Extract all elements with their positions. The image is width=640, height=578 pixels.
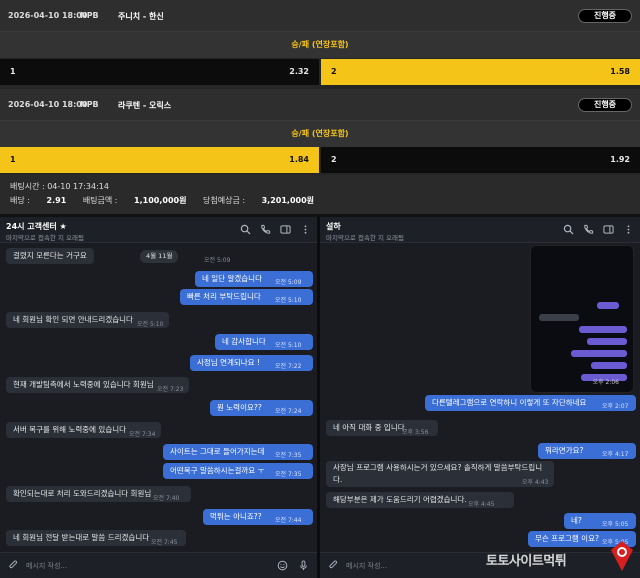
chat-header: 24시 고객센터 ★ 마지막으로 접속한 지 오래됨 xyxy=(0,217,317,243)
shot-bubble xyxy=(587,338,627,345)
odds-value: 1.84 xyxy=(289,155,309,164)
status-badge: 진행중 xyxy=(578,9,632,23)
emoji-icon[interactable] xyxy=(277,560,288,571)
attached-screenshot[interactable]: 오후 2:06 xyxy=(530,245,634,393)
chat-header-actions xyxy=(563,224,634,235)
shot-bubble xyxy=(591,362,627,369)
match-league: NPB xyxy=(80,100,99,109)
date-separator: 4월 11월 xyxy=(140,250,179,263)
total-odds: 2.91 xyxy=(46,196,67,205)
odds-value: 1.58 xyxy=(610,67,630,76)
chat-message: 사장님 프로그램 사용하시는거 있으세요? 솔직하게 말씀부탁드립니다. xyxy=(326,461,554,487)
message-time: 오전 5:09 xyxy=(275,279,302,286)
message-time: 오전 7:24 xyxy=(275,408,302,415)
more-icon[interactable] xyxy=(300,224,311,235)
odds-away-button[interactable]: 2 1.58 xyxy=(321,59,640,85)
message-time: 오전 5:10 xyxy=(275,297,302,304)
odds-value: 1.92 xyxy=(610,155,630,164)
bet-amounts: 배당 : 2.91 배팅금액 : 1,100,000원 당첨예상금 : 3,20… xyxy=(10,195,328,206)
expected-payout: 3,201,000원 xyxy=(261,196,314,205)
odds-side: 1 xyxy=(10,67,16,76)
odds-side: 1 xyxy=(10,155,16,164)
odds-side: 2 xyxy=(331,155,337,164)
shot-bubble xyxy=(597,302,619,309)
phone-icon[interactable] xyxy=(583,224,594,235)
market-title: 승/패 (연장포함) xyxy=(0,32,640,58)
phone-icon[interactable] xyxy=(260,224,271,235)
chat-header-actions xyxy=(240,224,311,235)
odds-side: 2 xyxy=(331,67,337,76)
message-time: 오후 5:05 xyxy=(602,521,629,528)
shot-bubble xyxy=(539,314,579,321)
message-time: 오후 3:56 xyxy=(402,429,429,436)
watermark-badge-icon xyxy=(611,541,633,571)
chat-window-support: 24시 고객센터 ★ 마지막으로 접속한 지 오래됨 걸렸지 모른다는 거구요 … xyxy=(0,217,317,578)
message-time: 오전 5:10 xyxy=(137,321,164,328)
message-time: 오전 7:35 xyxy=(275,471,302,478)
chat-window-seolha: 설하 마지막으로 접속한 지 오래됨 오후 2:06 다른텔레그램으로 연락하니… xyxy=(320,217,640,578)
match-teams: 라쿠텐 - 오릭스 xyxy=(118,101,172,110)
message-time: 오후 4:45 xyxy=(468,501,495,508)
odds-label: 배당 : xyxy=(10,196,30,205)
more-icon[interactable] xyxy=(623,224,634,235)
chat-subtitle: 마지막으로 접속한 지 오래됨 xyxy=(6,234,84,242)
shot-bubble xyxy=(579,326,627,333)
status-badge: 진행중 xyxy=(578,98,632,112)
bet-amount: 1,100,000원 xyxy=(134,196,187,205)
bet-summary: 배팅시간 : 04-10 17:34:14 배당 : 2.91 배팅금액 : 1… xyxy=(0,175,640,214)
odds-value: 2.32 xyxy=(289,67,309,76)
message-time: 오전 7:34 xyxy=(129,431,156,438)
sidebar-icon[interactable] xyxy=(280,224,291,235)
bet-time: 배팅시간 : 04-10 17:34:14 xyxy=(10,182,109,191)
match-date: 2026-04-10 18:00 xyxy=(8,100,88,109)
odds-row-1: 1 2.32 2 1.58 xyxy=(0,59,640,85)
match-league: NPB xyxy=(80,11,99,20)
mic-icon[interactable] xyxy=(298,560,309,571)
search-icon[interactable] xyxy=(240,224,251,235)
bet-slip-panel: 2026-04-10 18:00 NPB 주니치 - 한신 진행중 승/패 (연… xyxy=(0,0,640,214)
odds-away-button[interactable]: 2 1.92 xyxy=(321,147,640,173)
shot-bubble xyxy=(571,350,627,357)
paperclip-icon[interactable] xyxy=(8,560,19,571)
match-header-2: 2026-04-10 18:00 NPB 라쿠텐 - 오릭스 진행중 xyxy=(0,89,640,121)
odds-home-button[interactable]: 1 1.84 xyxy=(0,147,319,173)
match-header-1: 2026-04-10 18:00 NPB 주니치 - 한신 진행중 xyxy=(0,0,640,32)
message-composer: 메시지 작성... xyxy=(0,552,317,578)
watermark-text: 토토사이트먹튀 xyxy=(486,554,567,569)
payout-label: 당첨예상금 : xyxy=(203,196,246,205)
message-time: 오후 4:17 xyxy=(602,451,629,458)
paperclip-icon[interactable] xyxy=(328,560,339,571)
message-input[interactable]: 메시지 작성... xyxy=(26,561,67,571)
chat-title: 24시 고객센터 ★ xyxy=(6,222,67,231)
odds-row-2: 1 1.84 2 1.92 xyxy=(0,147,640,173)
message-time: 오후 4:43 xyxy=(522,479,549,486)
market-title: 승/패 (연장포함) xyxy=(0,121,640,147)
chat-subtitle: 마지막으로 접속한 지 오래됨 xyxy=(326,234,404,242)
message-input[interactable]: 메시지 작성... xyxy=(346,561,387,571)
odds-home-button[interactable]: 1 2.32 xyxy=(0,59,319,85)
shot-time: 오후 2:06 xyxy=(592,379,619,386)
composer-actions xyxy=(277,560,309,571)
match-teams: 주니치 - 한신 xyxy=(118,12,164,21)
amount-label: 배팅금액 : xyxy=(82,196,118,205)
message-time: 오전 5:09 xyxy=(204,257,231,264)
message-time: 오전 7:45 xyxy=(151,539,178,546)
chat-title: 설하 xyxy=(326,222,341,231)
message-time: 오전 5:10 xyxy=(275,342,302,349)
match-date: 2026-04-10 18:00 xyxy=(8,11,88,20)
message-time: 오후 2:07 xyxy=(602,403,629,410)
message-time: 오전 7:22 xyxy=(275,363,302,370)
watermark-logo: 토토사이트먹튀 xyxy=(480,540,640,578)
chat-message: 걸렸지 모른다는 거구요 xyxy=(6,248,94,264)
sidebar-icon[interactable] xyxy=(603,224,614,235)
message-time: 오전 7:40 xyxy=(153,495,180,502)
search-icon[interactable] xyxy=(563,224,574,235)
message-time: 오전 7:23 xyxy=(157,386,184,393)
message-time: 오전 7:44 xyxy=(275,517,302,524)
message-time: 오전 7:35 xyxy=(275,452,302,459)
chat-header: 설하 마지막으로 접속한 지 오래됨 xyxy=(320,217,640,243)
